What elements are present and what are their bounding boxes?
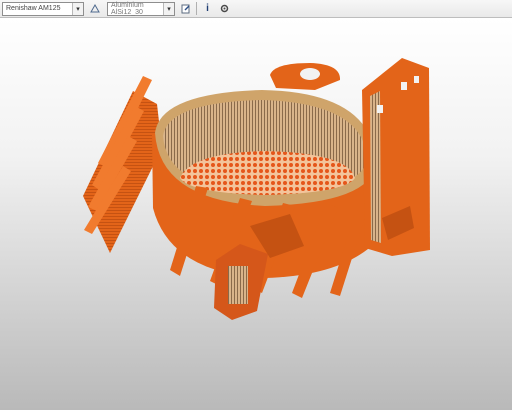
settings-icon[interactable] xyxy=(218,2,231,15)
top-tab xyxy=(270,63,341,90)
machine-select-value: Renishaw AM125 xyxy=(6,5,61,12)
3d-viewport[interactable] xyxy=(0,18,512,410)
left-fin-stack xyxy=(83,76,162,253)
info-icon[interactable]: i xyxy=(201,2,214,15)
right-tower xyxy=(362,58,430,256)
machine-select[interactable]: Renishaw AM125 ▾ xyxy=(2,1,84,16)
material-select[interactable]: Aluminium AlSi12_30 ▾ xyxy=(107,1,175,16)
chevron-down-icon[interactable]: ▾ xyxy=(72,2,83,15)
part-render xyxy=(83,58,430,320)
edit-icon[interactable] xyxy=(179,2,192,15)
toolbar: Renishaw AM125 ▾ Aluminium AlSi12_30 ▾ i xyxy=(0,0,512,18)
chevron-down-icon[interactable]: ▾ xyxy=(163,2,174,15)
app-window: Renishaw AM125 ▾ Aluminium AlSi12_30 ▾ i xyxy=(0,0,512,410)
material-icon xyxy=(88,2,101,15)
toolbar-separator xyxy=(196,2,197,15)
